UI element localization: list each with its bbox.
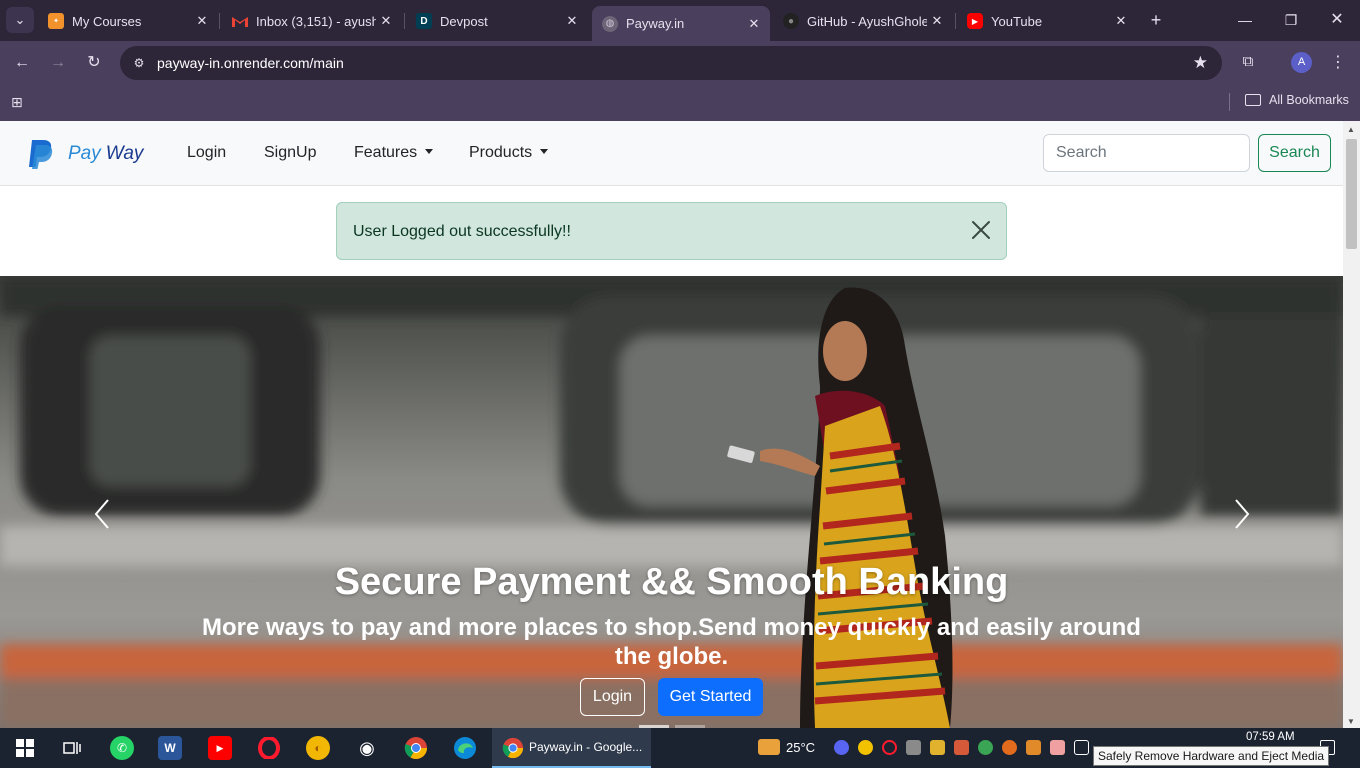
- tab-payway[interactable]: ◍ Payway.in ✕: [592, 6, 770, 41]
- nav-login-link[interactable]: Login: [187, 144, 226, 162]
- coding-ninjas-icon: ✦: [48, 13, 64, 29]
- weather-widget[interactable]: 25°C: [758, 739, 815, 755]
- hero-login-button[interactable]: Login: [580, 678, 645, 716]
- hero-subtitle: More ways to pay and more places to shop…: [202, 614, 1141, 670]
- reload-button[interactable]: ↻: [81, 50, 107, 76]
- site-navbar: Pay Way Login SignUp Features Products S…: [0, 121, 1343, 186]
- minimize-button[interactable]: —: [1230, 8, 1260, 32]
- brand-link[interactable]: Pay Way: [26, 139, 143, 169]
- opera-icon[interactable]: [257, 736, 281, 760]
- task-view-icon[interactable]: [60, 736, 84, 760]
- address-url[interactable]: payway-in.onrender.com/main: [157, 55, 344, 71]
- restore-button[interactable]: ❐: [1276, 8, 1306, 32]
- nav-features-dropdown[interactable]: Features: [354, 144, 434, 162]
- tab-gmail-inbox[interactable]: Inbox (3,151) - ayush ✕: [222, 6, 402, 36]
- tray-app-icon[interactable]: [1002, 740, 1017, 755]
- tab-close-icon[interactable]: ✕: [1111, 13, 1131, 29]
- globe-icon: ◍: [602, 15, 618, 32]
- tab-search-button[interactable]: ⌄: [6, 7, 34, 33]
- back-button[interactable]: ←: [9, 50, 35, 76]
- hero-carousel: Secure Payment && Smooth Banking More wa…: [0, 276, 1343, 728]
- new-tab-button[interactable]: +: [1144, 8, 1168, 32]
- taskbar-clock[interactable]: 07:59 AM: [1246, 731, 1295, 743]
- gmail-icon: [232, 13, 248, 29]
- caret-down-icon: [540, 149, 549, 154]
- discord-icon[interactable]: [834, 740, 849, 755]
- nav-products-dropdown[interactable]: Products: [469, 144, 549, 162]
- tray-tooltip: Safely Remove Hardware and Eject Media: [1093, 746, 1330, 766]
- site-info-icon[interactable]: ⚙: [130, 54, 148, 72]
- tray-app-icon[interactable]: [954, 740, 969, 755]
- github-icon: ●: [783, 13, 799, 29]
- tab-github[interactable]: ● GitHub - AyushGhole ✕: [773, 6, 953, 36]
- chrome-icon: [502, 737, 524, 759]
- nav-signup-link[interactable]: SignUp: [264, 144, 316, 162]
- opera-tray-icon[interactable]: [882, 740, 897, 755]
- tab-separator: [404, 13, 405, 29]
- speaker-tray-icon[interactable]: [1026, 740, 1041, 755]
- edge-icon[interactable]: [453, 736, 477, 760]
- tab-devpost[interactable]: D Devpost ✕: [406, 6, 588, 36]
- paypal-logo-icon: [29, 140, 53, 169]
- browser-tab-bar: ⌄ ✦ My Courses ✕ Inbox (3,151) - ayush ✕…: [0, 0, 1360, 41]
- page-scrollbar[interactable]: ▲ ▼: [1343, 121, 1360, 728]
- carousel-next-icon[interactable]: [1232, 498, 1252, 530]
- tray-app-icon[interactable]: [858, 740, 873, 755]
- chrome-icon[interactable]: [404, 736, 428, 760]
- alert-message: User Logged out successfully!!: [353, 223, 571, 240]
- logout-success-alert: User Logged out successfully!!: [336, 202, 1007, 260]
- profile-avatar[interactable]: A: [1291, 52, 1312, 73]
- hero-get-started-button[interactable]: Get Started: [658, 678, 763, 716]
- youtube-icon: ▶: [967, 13, 983, 29]
- brand-way-text: Way: [105, 143, 144, 164]
- search-button[interactable]: Search: [1258, 134, 1331, 172]
- browser-toolbar: ← → ↻ ⚙ payway-in.onrender.com/main ★: [0, 41, 1360, 85]
- chart-tray-icon[interactable]: [930, 740, 945, 755]
- youtube-app-icon[interactable]: ▶: [208, 736, 232, 760]
- scroll-down-icon[interactable]: ▼: [1347, 717, 1355, 726]
- apps-grid-icon[interactable]: ⊞: [11, 93, 29, 111]
- carousel-prev-icon[interactable]: [92, 498, 112, 530]
- scrollbar-thumb[interactable]: [1346, 139, 1357, 249]
- tray-app-icon[interactable]: [978, 740, 993, 755]
- hero-title: Secure Payment && Smooth Banking: [334, 561, 1009, 603]
- alert-close-icon[interactable]: [970, 219, 992, 241]
- tray-app-icon[interactable]: [1050, 740, 1065, 755]
- tab-youtube[interactable]: ▶ YouTube ✕: [957, 6, 1137, 36]
- browser-menu-icon[interactable]: ⋮: [1328, 52, 1348, 74]
- brand-pay-text: Pay: [68, 143, 101, 164]
- extensions-icon[interactable]: ⧉: [1237, 51, 1259, 73]
- usb-eject-icon[interactable]: [1074, 740, 1089, 755]
- tab-close-icon[interactable]: ✕: [744, 16, 764, 32]
- whatsapp-icon[interactable]: ✆: [110, 736, 134, 760]
- forward-button[interactable]: →: [45, 50, 71, 76]
- page-viewport: Pay Way Login SignUp Features Products S…: [0, 121, 1343, 728]
- bookmark-star-icon[interactable]: ★: [1193, 53, 1208, 73]
- search-input[interactable]: [1043, 134, 1250, 172]
- tab-close-icon[interactable]: ✕: [376, 13, 396, 29]
- tab-separator: [955, 13, 956, 29]
- github-desktop-icon[interactable]: ◉: [355, 736, 379, 760]
- folder-icon: [1245, 94, 1261, 106]
- tab-my-courses[interactable]: ✦ My Courses ✕: [38, 6, 218, 36]
- cheese-app-icon[interactable]: ◐: [306, 736, 330, 760]
- weather-icon: [758, 739, 780, 755]
- word-icon[interactable]: W: [158, 736, 182, 760]
- tab-close-icon[interactable]: ✕: [562, 13, 582, 29]
- tab-separator: [219, 13, 220, 29]
- scroll-up-icon[interactable]: ▲: [1347, 125, 1355, 134]
- taskbar-active-chrome[interactable]: Payway.in - Google...: [492, 728, 651, 768]
- caret-down-icon: [425, 149, 434, 154]
- tab-close-icon[interactable]: ✕: [927, 13, 947, 29]
- skype-tray-icon[interactable]: [906, 740, 921, 755]
- address-bar[interactable]: ⚙ payway-in.onrender.com/main ★: [120, 46, 1222, 80]
- windows-start-icon[interactable]: [13, 736, 37, 760]
- close-window-button[interactable]: ✕: [1322, 8, 1352, 32]
- bookmarks-bar: ⊞ All Bookmarks: [0, 85, 1360, 121]
- bookmark-separator: [1229, 93, 1230, 111]
- devpost-icon: D: [416, 13, 432, 29]
- tab-close-icon[interactable]: ✕: [192, 13, 212, 29]
- all-bookmarks-button[interactable]: All Bookmarks: [1245, 93, 1349, 107]
